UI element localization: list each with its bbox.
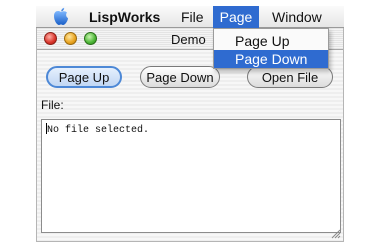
menu-window[interactable]: Window xyxy=(272,9,322,25)
apple-icon[interactable] xyxy=(52,7,70,27)
page-down-button[interactable]: Page Down xyxy=(140,66,220,88)
page-menu-dropdown: Page Up Page Down xyxy=(213,28,329,69)
menu-item-page-up[interactable]: Page Up xyxy=(214,32,328,50)
menu-item-page-down[interactable]: Page Down xyxy=(214,50,328,68)
open-file-button[interactable]: Open File xyxy=(247,66,333,88)
zoom-icon[interactable] xyxy=(84,32,97,45)
page-up-button[interactable]: Page Up xyxy=(46,66,122,88)
file-text-area[interactable]: No file selected. xyxy=(41,119,341,233)
close-icon[interactable] xyxy=(44,32,57,45)
file-label: File: xyxy=(41,98,64,112)
menu-bar: LispWorks File Page Window xyxy=(36,6,344,28)
app-menu[interactable]: LispWorks xyxy=(89,9,160,25)
menu-page[interactable]: Page xyxy=(213,6,259,28)
minimize-icon[interactable] xyxy=(64,32,77,45)
window-title: Demo xyxy=(171,32,206,47)
menu-file[interactable]: File xyxy=(181,9,204,25)
file-text-content: No file selected. xyxy=(47,125,150,136)
resize-grip-icon[interactable] xyxy=(330,228,341,239)
